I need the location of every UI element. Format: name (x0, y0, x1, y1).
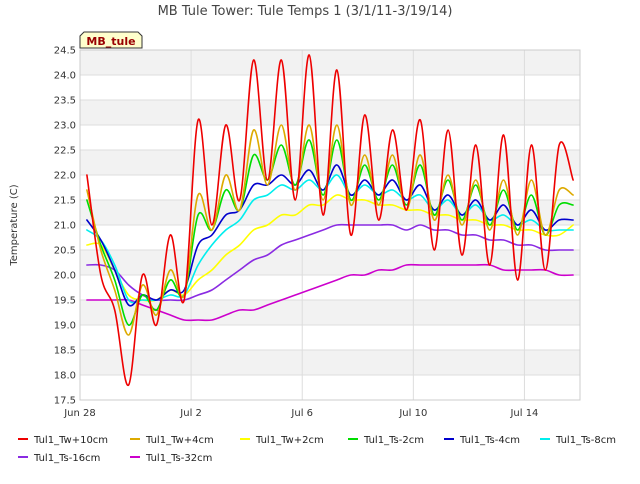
station-badge-label: MB_tule (86, 35, 135, 48)
y-axis-ticks: 17.5 18.0 18.5 19.0 19.5 20.0 20.5 21.0 21.5 22.0… (54, 46, 76, 407)
x-tick-label: Jul 14 (509, 408, 538, 419)
legend-label: Tul1_Ts-4cm (459, 435, 520, 446)
plot-band (80, 225, 580, 250)
y-tick-label: 20.0 (54, 271, 76, 282)
y-tick-label: 24.5 (54, 46, 76, 57)
y-tick-label: 18.0 (54, 371, 76, 382)
x-tick-label: Jun 28 (63, 408, 96, 419)
plot-band (80, 100, 580, 125)
legend-label: Tul1_Tw+4cm (145, 435, 214, 446)
x-axis-ticks: Jun 28 Jul 2 Jul 6 Jul 10 Jul 14 (63, 408, 538, 419)
legend-item: Tul1_Tw+10cm (18, 435, 108, 446)
chart-title: MB Tule Tower: Tule Temps 1 (3/1/11-3/19… (158, 4, 453, 19)
legend-item: Tul1_Ts-8cm (540, 435, 616, 446)
x-tick-label: Jul 2 (179, 408, 202, 419)
y-tick-label: 21.0 (54, 221, 76, 232)
legend-item: Tul1_Tw+4cm (130, 435, 214, 446)
y-tick-label: 22.0 (54, 171, 76, 182)
y-tick-label: 20.5 (54, 246, 76, 257)
chart: MB Tule Tower: Tule Temps 1 (3/1/11-3/19… (0, 0, 640, 480)
legend-label: Tul1_Ts-8cm (555, 435, 616, 446)
legend-item: Tul1_Ts-2cm (348, 435, 424, 446)
legend-item: Tul1_Ts-16cm (18, 453, 100, 464)
y-tick-label: 18.5 (54, 346, 76, 357)
plot-band (80, 75, 580, 100)
y-axis-title: Temperature (C) (9, 184, 20, 266)
plot-band (80, 350, 580, 375)
y-tick-label: 24.0 (54, 71, 76, 82)
x-tick-label: Jul 6 (290, 408, 313, 419)
plot-band (80, 300, 580, 325)
y-tick-label: 19.5 (54, 296, 76, 307)
x-tick-label: Jul 10 (398, 408, 427, 419)
legend-label: Tul1_Ts-32cm (145, 453, 212, 464)
plot-band (80, 375, 580, 400)
y-tick-label: 21.5 (54, 196, 76, 207)
y-tick-label: 22.5 (54, 146, 76, 157)
y-tick-label: 23.0 (54, 121, 76, 132)
station-badge: MB_tule (79, 31, 143, 49)
legend: Tul1_Tw+10cm Tul1_Tw+4cm Tul1_Tw+2cm Tul1_T… (18, 435, 616, 464)
plot-band (80, 250, 580, 275)
plot-band (80, 325, 580, 350)
plot-band (80, 50, 580, 75)
legend-item: Tul1_Tw+2cm (240, 435, 324, 446)
legend-label: Tul1_Tw+10cm (33, 435, 108, 446)
plot-band (80, 275, 580, 300)
legend-label: Tul1_Ts-16cm (33, 453, 100, 464)
legend-item: Tul1_Ts-4cm (444, 435, 520, 446)
plot-band (80, 200, 580, 225)
legend-item: Tul1_Ts-32cm (130, 453, 212, 464)
legend-label: Tul1_Tw+2cm (255, 435, 324, 446)
chart-svg: MB Tule Tower: Tule Temps 1 (3/1/11-3/19… (9, 4, 616, 464)
legend-label: Tul1_Ts-2cm (363, 435, 424, 446)
y-tick-label: 23.5 (54, 96, 76, 107)
y-tick-label: 17.5 (54, 396, 76, 407)
y-tick-label: 19.0 (54, 321, 76, 332)
